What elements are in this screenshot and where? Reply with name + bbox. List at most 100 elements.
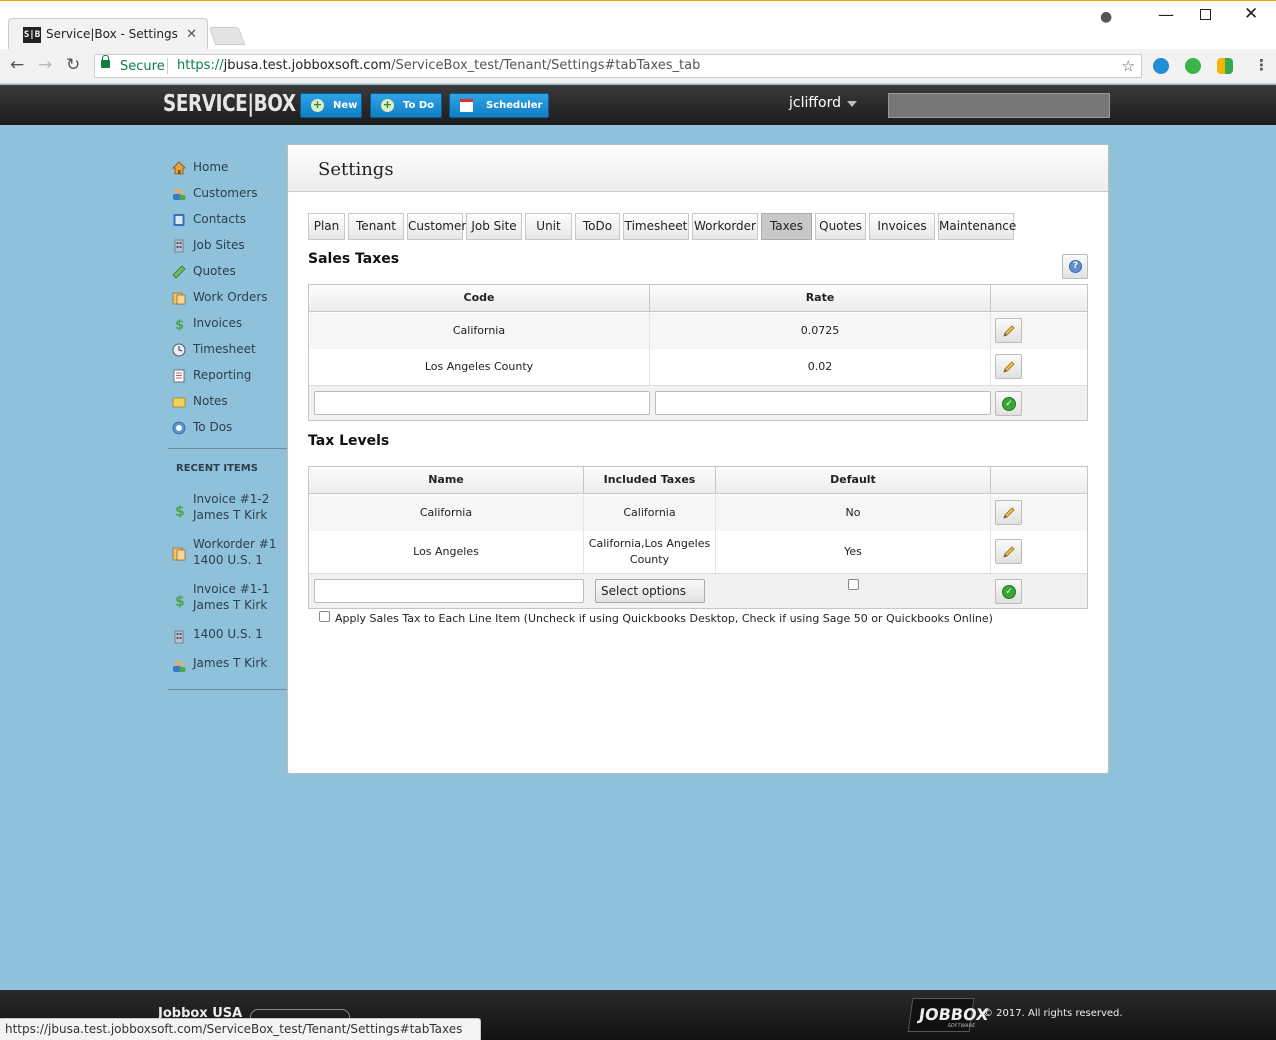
skype-extension-icon[interactable]	[1153, 58, 1169, 74]
customers-icon	[173, 188, 186, 200]
new-tab-button[interactable]	[208, 27, 246, 45]
notes-icon	[172, 397, 186, 408]
included-taxes-select[interactable]: Select options	[595, 579, 705, 603]
tax-rate-cell: 0.0725	[650, 313, 991, 349]
invoice-icon: $	[175, 504, 185, 518]
tab-tenant[interactable]: Tenant	[348, 213, 404, 240]
new-tax-rate-input[interactable]	[655, 391, 991, 415]
tax-levels-table: Name Included Taxes Default California C…	[308, 466, 1088, 609]
address-bar[interactable]: Secure https://jbusa.test.jobboxsoft.com…	[94, 54, 1142, 78]
pencil-icon	[1003, 546, 1015, 558]
url-divider	[167, 58, 168, 74]
browser-toolbar: ← → ↻ Secure https://jbusa.test.jobboxso…	[0, 49, 1276, 84]
tax-rate-cell: 0.02	[650, 349, 991, 385]
default-checkbox[interactable]	[848, 579, 859, 590]
minimize-icon[interactable]: —	[1158, 5, 1174, 24]
tab-quotes[interactable]: Quotes	[815, 213, 866, 240]
save-tax-button[interactable]: ✓	[995, 391, 1022, 416]
extension-icon[interactable]	[1217, 58, 1233, 74]
tab-job-site[interactable]: Job Site	[466, 213, 522, 240]
tab-maintenance[interactable]: Maintenance	[938, 213, 1016, 240]
help-button[interactable]: ?	[1062, 254, 1088, 279]
servicebox-logo[interactable]: SERVICE|BOX	[163, 91, 296, 117]
column-header-name[interactable]: Name	[309, 467, 584, 494]
check-icon: ✓	[1002, 585, 1016, 599]
chevron-down-icon[interactable]	[847, 101, 857, 107]
customer-icon	[173, 660, 186, 672]
sidebar-divider	[168, 689, 288, 690]
tax-level-name-cell: California	[309, 495, 584, 531]
table-row: Los Angeles California,Los Angeles Count…	[309, 531, 1087, 573]
bookmark-star-icon[interactable]: ☆	[1122, 57, 1135, 75]
jobbox-logo: JOBBOX SOFTWARE	[907, 998, 990, 1032]
tax-code-cell: California	[309, 313, 650, 349]
save-tax-level-button[interactable]: ✓	[995, 579, 1022, 604]
column-header-rate[interactable]: Rate	[650, 285, 991, 312]
forward-icon[interactable]: →	[38, 55, 52, 75]
tab-invoices[interactable]: Invoices	[869, 213, 935, 240]
browser-tab[interactable]: S|B Service|Box - Settings ✕	[8, 18, 208, 50]
browser-menu-icon[interactable]: ⋮	[1254, 56, 1269, 74]
tax-code-cell: Los Angeles County	[309, 349, 650, 385]
column-header-code[interactable]: Code	[309, 285, 650, 312]
new-tax-level-name-input[interactable]	[314, 579, 584, 603]
secure-label: Secure	[120, 59, 165, 74]
browser-tab-strip: S|B Service|Box - Settings ✕ ● — ✕	[0, 0, 1276, 50]
sidebar-divider	[168, 448, 288, 449]
edit-button[interactable]	[995, 318, 1022, 343]
edit-button[interactable]	[995, 539, 1022, 564]
pencil-icon	[1003, 507, 1015, 519]
tab-plan[interactable]: Plan	[308, 213, 345, 240]
settings-panel: Settings Plan Tenant Customer Job Site U…	[287, 144, 1109, 774]
tab-unit[interactable]: Unit	[525, 213, 572, 240]
new-tax-code-input[interactable]	[314, 391, 650, 415]
pencil-icon	[1003, 361, 1015, 373]
svg-text:$: $	[175, 594, 185, 608]
reload-icon[interactable]: ↻	[66, 55, 80, 75]
panel-header: Settings	[288, 145, 1108, 192]
account-icon[interactable]: ●	[1100, 9, 1116, 25]
status-bar-url: https://jbusa.test.jobboxsoft.com/Servic…	[0, 1018, 482, 1040]
pencil-icon	[1003, 325, 1015, 337]
column-header-included-taxes[interactable]: Included Taxes	[584, 467, 716, 494]
tab-taxes[interactable]: Taxes	[761, 213, 812, 240]
default-cell: Yes	[716, 531, 991, 573]
quotes-icon	[172, 265, 186, 279]
add-tax-level-row: Select options ✓	[309, 573, 1087, 608]
edit-button[interactable]	[995, 354, 1022, 379]
maximize-icon[interactable]	[1200, 9, 1211, 20]
job-sites-icon	[174, 239, 184, 253]
apply-sales-tax-checkbox[interactable]	[319, 611, 330, 622]
plus-icon: +	[311, 98, 324, 112]
tab-customer[interactable]: Customer	[407, 213, 466, 240]
todos-icon	[172, 421, 186, 435]
app-header: SERVICE|BOX + New + To Do Scheduler jcli…	[0, 85, 1276, 125]
header-search-input[interactable]	[888, 93, 1110, 118]
invoice-icon: $	[175, 594, 185, 608]
svg-text:$: $	[175, 504, 185, 518]
sales-taxes-heading: Sales Taxes	[308, 251, 400, 267]
scheduler-button[interactable]: Scheduler	[449, 93, 549, 118]
todo-button[interactable]: + To Do	[370, 93, 442, 118]
edit-button[interactable]	[995, 500, 1022, 525]
tab-timesheet[interactable]: Timesheet	[623, 213, 689, 240]
table-row: Los Angeles County 0.02	[309, 349, 1087, 385]
window-close-icon[interactable]: ✕	[1244, 4, 1258, 24]
invoices-icon: $	[175, 318, 184, 331]
url-text[interactable]: https://jbusa.test.jobboxsoft.com/Servic…	[177, 58, 700, 73]
tab-todo[interactable]: ToDo	[575, 213, 620, 240]
table-header: Code Rate	[309, 285, 1087, 312]
evernote-extension-icon[interactable]	[1185, 58, 1201, 74]
tab-close-icon[interactable]: ✕	[186, 27, 197, 42]
back-icon[interactable]: ←	[10, 55, 24, 75]
help-icon: ?	[1069, 260, 1082, 273]
user-menu[interactable]: jclifford	[789, 95, 841, 111]
recent-items-heading: RECENT ITEMS	[176, 463, 258, 474]
contacts-icon	[173, 214, 185, 226]
column-header-default[interactable]: Default	[716, 467, 991, 494]
copyright: © 2017. All rights reserved.	[983, 1008, 1123, 1019]
check-icon: ✓	[1002, 397, 1016, 411]
tab-workorder[interactable]: Workorder	[692, 213, 758, 240]
plus-icon: +	[381, 98, 394, 112]
new-button[interactable]: + New	[300, 93, 362, 118]
